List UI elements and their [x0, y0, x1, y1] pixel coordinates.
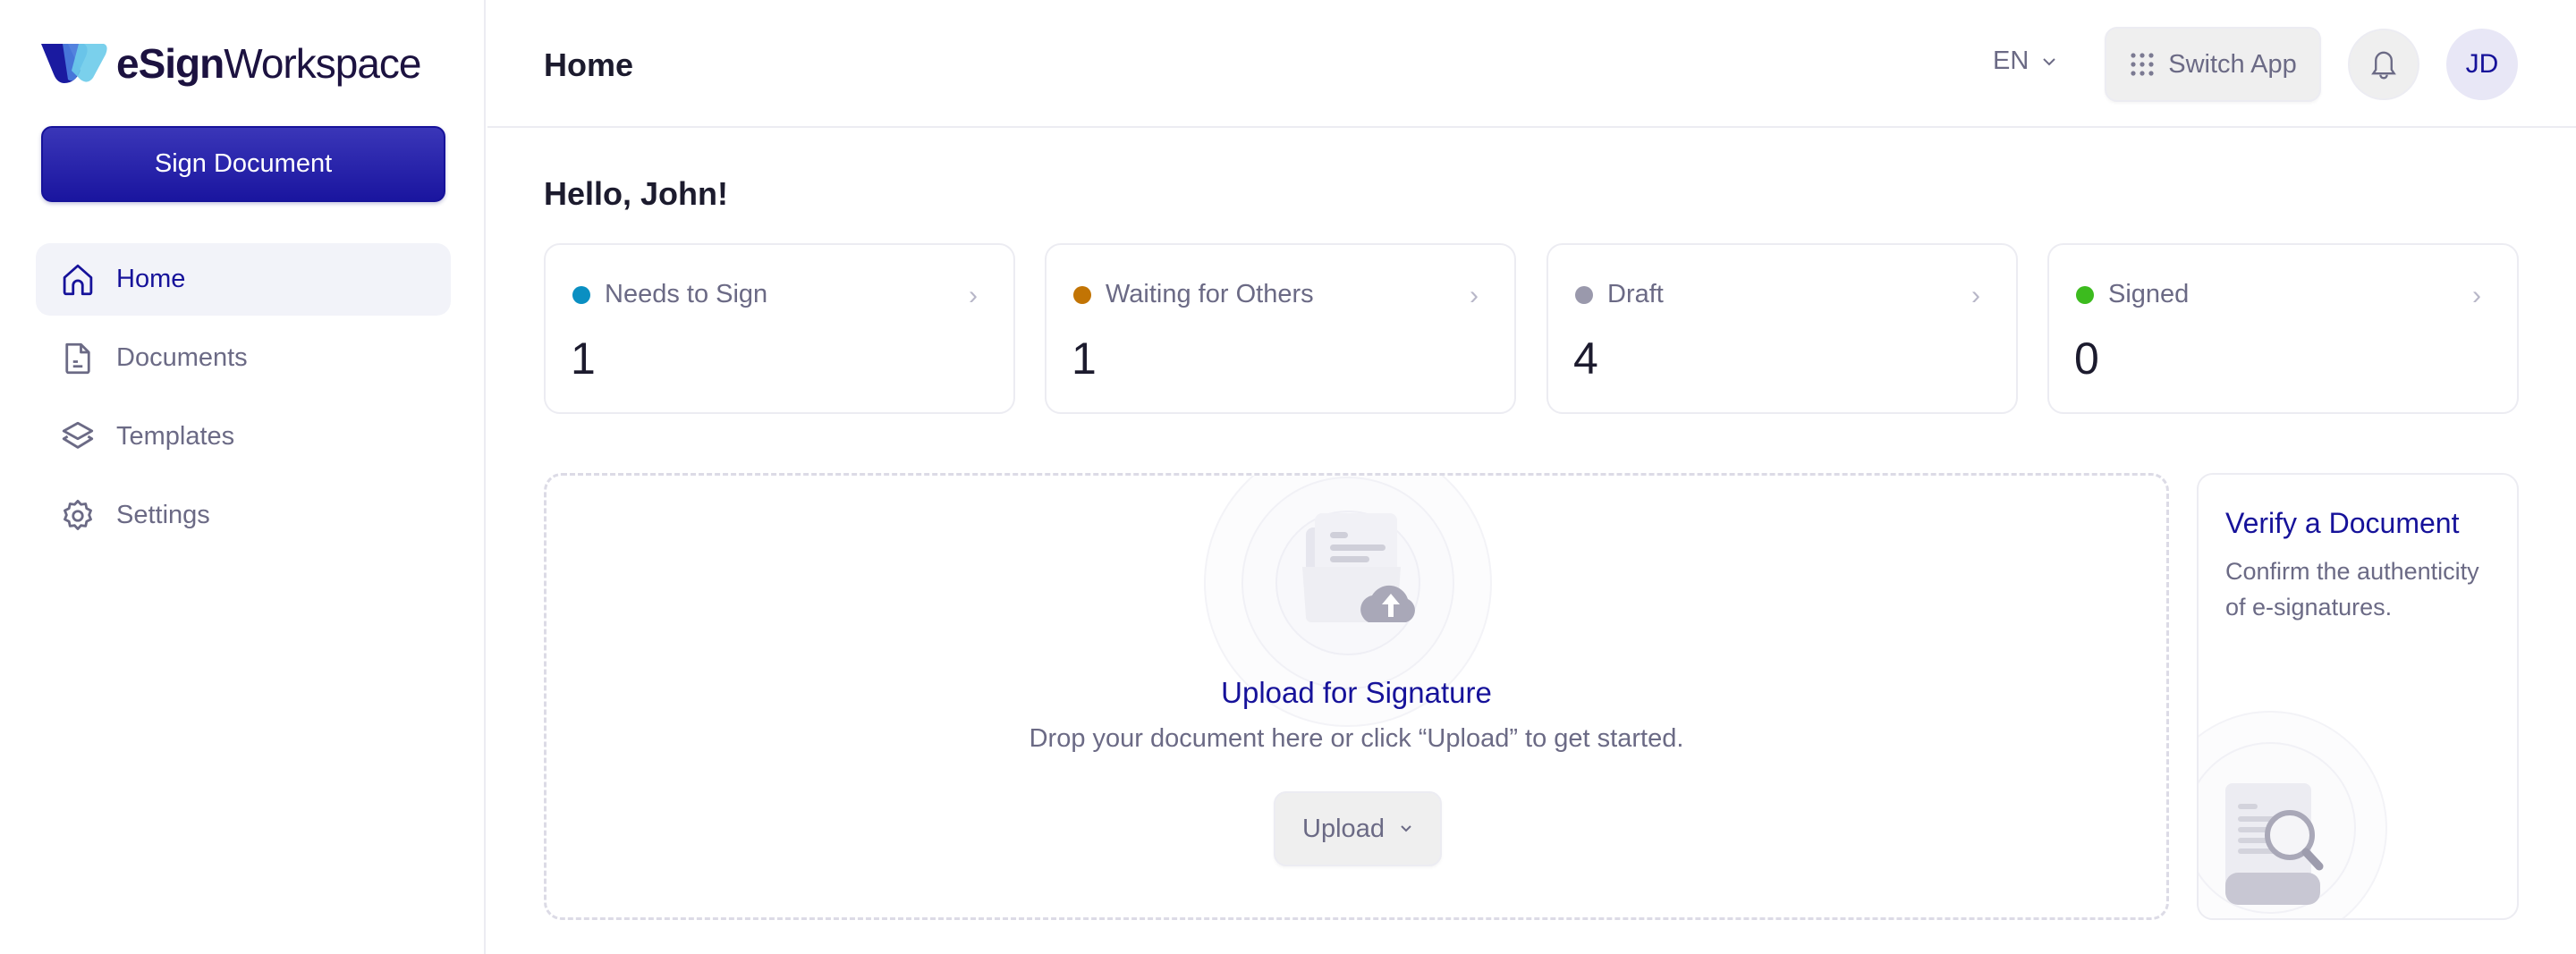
user-avatar[interactable]: JD: [2446, 29, 2518, 100]
sidebar-item-label: Home: [116, 265, 186, 293]
brand-name: eSignWorkspace: [116, 40, 422, 87]
upload-button[interactable]: Upload: [1274, 791, 1442, 866]
logo-mark-icon: [41, 44, 107, 83]
chevron-down-icon: [2043, 57, 2056, 65]
stat-card-draft[interactable]: Draft › 4: [1546, 243, 2018, 414]
chevron-right-icon: ›: [2472, 281, 2481, 310]
language-selector[interactable]: EN: [1993, 46, 2057, 76]
document-icon: [65, 342, 90, 374]
stat-count: 1: [1072, 333, 1097, 384]
stat-count: 0: [2074, 333, 2099, 384]
home-icon: [63, 264, 93, 295]
status-dot: [2076, 286, 2094, 304]
sidebar-item-label: Settings: [116, 501, 210, 529]
sidebar-item-home[interactable]: Home: [36, 243, 451, 316]
stat-card-needs-to-sign[interactable]: Needs to Sign › 1: [544, 243, 1015, 414]
chevron-down-icon: [1401, 825, 1411, 832]
switch-app-button[interactable]: Switch App: [2105, 27, 2321, 102]
upload-subtitle: Drop your document here or click “Upload…: [1029, 724, 1684, 753]
chevron-right-icon: ›: [1971, 281, 1980, 310]
stat-label: Waiting for Others: [1106, 280, 1314, 308]
app-root: eSignWorkspace Sign Document Home Docume…: [0, 0, 2576, 954]
sidebar-item-label: Documents: [116, 343, 248, 372]
notifications-button[interactable]: [2348, 29, 2419, 100]
upload-dropzone[interactable]: Upload for Signature Drop your document …: [544, 473, 2169, 920]
top-header: Home EN Switch App JD: [487, 0, 2576, 128]
sidebar-item-documents[interactable]: Documents: [36, 322, 451, 394]
sidebar-item-settings[interactable]: Settings: [36, 479, 451, 552]
status-dot: [1073, 286, 1091, 304]
page-title: Home: [544, 46, 634, 83]
stat-label: Needs to Sign: [605, 280, 768, 308]
chevron-right-icon: ›: [1470, 281, 1479, 310]
sidebar-nav: Home Documents Templates Settings: [36, 243, 451, 558]
stat-card-waiting-for-others[interactable]: Waiting for Others › 1: [1045, 243, 1516, 414]
stat-label: Signed: [2108, 280, 2190, 308]
stat-count: 4: [1573, 333, 1598, 384]
language-code: EN: [1993, 46, 2029, 75]
chevron-right-icon: ›: [969, 281, 978, 310]
switch-app-label: Switch App: [2168, 49, 2297, 79]
document-search-icon: [2225, 783, 2324, 905]
upload-title: Upload for Signature: [1221, 676, 1492, 709]
verify-subtitle: Confirm the authenticity of e-signatures…: [2225, 558, 2479, 621]
sidebar-item-templates[interactable]: Templates: [36, 401, 451, 473]
grid-dots-icon: [2131, 53, 2154, 76]
sidebar: eSignWorkspace Sign Document Home Docume…: [0, 0, 486, 954]
stat-label: Draft: [1607, 280, 1664, 308]
status-dot: [572, 286, 590, 304]
brand-logo[interactable]: eSignWorkspace: [41, 39, 422, 88]
verify-title: Verify a Document: [2225, 507, 2460, 539]
sign-document-button[interactable]: Sign Document: [41, 126, 445, 202]
sidebar-item-label: Templates: [116, 422, 235, 451]
stat-card-signed[interactable]: Signed › 0: [2047, 243, 2519, 414]
greeting: Hello, John!: [544, 175, 728, 212]
layers-icon: [62, 421, 94, 449]
status-dot: [1575, 286, 1593, 304]
stat-count: 1: [571, 333, 596, 384]
gear-icon: [64, 499, 92, 530]
verify-document-card[interactable]: Verify a Document Confirm the authentici…: [2197, 473, 2519, 920]
upload-button-label: Upload: [1302, 814, 1385, 843]
verify-illustration: [2199, 711, 2387, 918]
bell-icon: [2371, 51, 2396, 80]
